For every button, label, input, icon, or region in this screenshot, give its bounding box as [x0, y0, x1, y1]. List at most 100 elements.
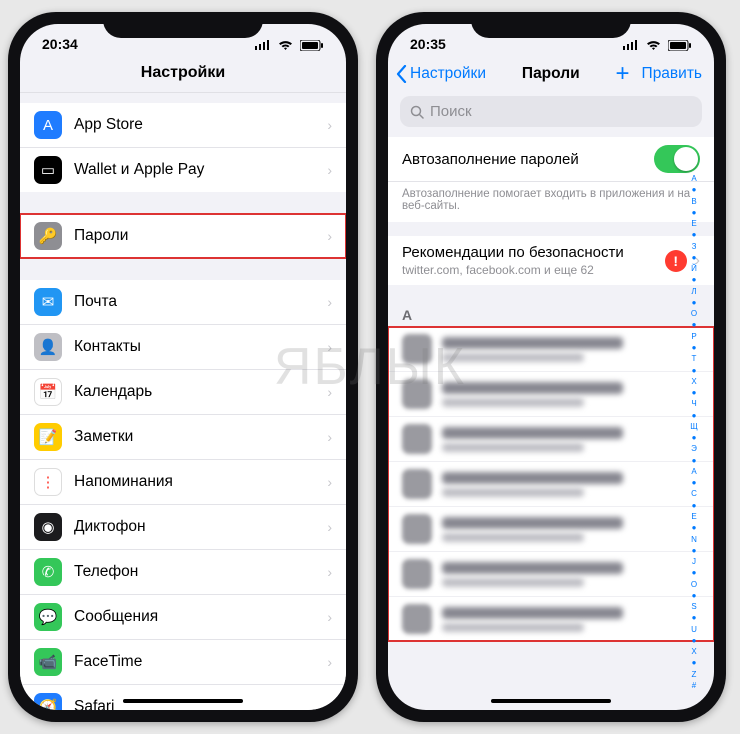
index-char[interactable]: U — [688, 625, 700, 634]
settings-row-reminders[interactable]: ⋮Напоминания› — [20, 459, 346, 504]
index-char[interactable]: ● — [688, 230, 700, 239]
index-char[interactable]: ● — [688, 613, 700, 622]
index-char[interactable]: N — [688, 535, 700, 544]
settings-row-notes[interactable]: 📝Заметки› — [20, 414, 346, 459]
index-char[interactable]: C — [688, 489, 700, 498]
chevron-right-icon: › — [327, 699, 332, 710]
chevron-right-icon: › — [327, 654, 332, 670]
index-char[interactable]: ● — [688, 433, 700, 442]
index-char[interactable]: ● — [688, 591, 700, 600]
index-char[interactable]: J — [688, 557, 700, 566]
key-icon: 🔑 — [34, 222, 62, 250]
site-name — [442, 337, 623, 349]
settings-row-wallet[interactable]: ▭Wallet и Apple Pay› — [20, 147, 346, 192]
index-char[interactable]: ● — [688, 411, 700, 420]
chevron-right-icon: › — [327, 609, 332, 625]
password-row[interactable] — [388, 551, 714, 596]
site-icon — [402, 334, 432, 364]
settings-row-calendar[interactable]: 📅Календарь› — [20, 369, 346, 414]
index-char[interactable]: Э — [688, 444, 700, 453]
index-char[interactable]: Л — [688, 287, 700, 296]
index-char[interactable]: Е — [688, 219, 700, 228]
index-char[interactable]: ● — [688, 185, 700, 194]
index-char[interactable]: А — [688, 174, 700, 183]
index-char[interactable]: ● — [688, 456, 700, 465]
index-char[interactable]: О — [688, 309, 700, 318]
security-label: Рекомендации по безопасности — [402, 244, 657, 261]
site-name — [442, 562, 623, 574]
index-char[interactable]: ● — [688, 388, 700, 397]
password-row[interactable] — [388, 416, 714, 461]
add-button[interactable]: + — [616, 62, 630, 86]
index-char[interactable]: З — [688, 242, 700, 251]
index-char[interactable]: Z — [688, 670, 700, 679]
settings-row-contacts[interactable]: 👤Контакты› — [20, 324, 346, 369]
home-indicator[interactable] — [491, 699, 611, 703]
home-indicator[interactable] — [123, 699, 243, 703]
index-char[interactable]: ● — [688, 523, 700, 532]
settings-row-mail[interactable]: ✉Почта› — [20, 280, 346, 324]
password-row[interactable] — [388, 596, 714, 641]
index-char[interactable]: Ч — [688, 399, 700, 408]
settings-row-phone[interactable]: ✆Телефон› — [20, 549, 346, 594]
search-placeholder: Поиск — [430, 103, 472, 120]
edit-button[interactable]: Править — [642, 65, 702, 83]
section-header-a: A — [388, 299, 714, 327]
alphabet-index[interactable]: А ● В ● Е ● З ● Й ● Л ● О ● Р ● Т ● Х ● Ч ● Щ ● Э ● A ● C ● E ● N ● J ● O ● S ●… — [688, 174, 700, 690]
status-indicators — [252, 36, 324, 52]
index-char[interactable]: # — [688, 681, 700, 690]
index-char[interactable]: E — [688, 512, 700, 521]
autofill-label: Автозаполнение паролей — [402, 151, 654, 168]
index-char[interactable]: Щ — [688, 422, 700, 431]
index-char[interactable]: ● — [688, 366, 700, 375]
settings-row-facetime[interactable]: 📹FaceTime› — [20, 639, 346, 684]
index-char[interactable]: ● — [688, 208, 700, 217]
index-char[interactable]: Т — [688, 354, 700, 363]
index-char[interactable]: ● — [688, 636, 700, 645]
page-title: Настройки — [20, 58, 346, 93]
index-char[interactable]: ● — [688, 658, 700, 667]
settings-row-messages[interactable]: 💬Сообщения› — [20, 594, 346, 639]
index-char[interactable]: A — [688, 467, 700, 476]
password-row[interactable] — [388, 506, 714, 551]
security-recommendations-row[interactable]: Рекомендации по безопасности twitter.com… — [388, 236, 714, 285]
status-time: 20:35 — [410, 36, 446, 52]
settings-row-appstore[interactable]: AApp Store› — [20, 103, 346, 147]
index-char[interactable]: ● — [688, 501, 700, 510]
iphone-left: 20:34 Настройки AApp Store›▭Wallet и App… — [8, 12, 358, 722]
index-char[interactable]: S — [688, 602, 700, 611]
index-char[interactable]: ● — [688, 320, 700, 329]
cellular-icon — [623, 40, 639, 50]
index-char[interactable]: O — [688, 580, 700, 589]
autofill-toggle[interactable] — [654, 145, 700, 173]
index-char[interactable]: ● — [688, 253, 700, 262]
site-account — [442, 623, 584, 632]
autofill-toggle-row[interactable]: Автозаполнение паролей — [388, 137, 714, 181]
settings-row-voice-memos[interactable]: ◉Диктофон› — [20, 504, 346, 549]
index-char[interactable]: ● — [688, 568, 700, 577]
index-char[interactable]: ● — [688, 275, 700, 284]
chevron-right-icon: › — [327, 228, 332, 244]
index-char[interactable]: ● — [688, 478, 700, 487]
password-row[interactable] — [388, 461, 714, 506]
index-char[interactable]: X — [688, 647, 700, 656]
row-label: Диктофон — [74, 518, 327, 536]
settings-row-key[interactable]: 🔑Пароли› — [20, 214, 346, 258]
index-char[interactable]: ● — [688, 343, 700, 352]
index-char[interactable]: Х — [688, 377, 700, 386]
password-row[interactable] — [388, 327, 714, 371]
page-title: Пароли — [486, 65, 616, 83]
index-char[interactable]: В — [688, 197, 700, 206]
back-button[interactable]: Настройки — [396, 65, 486, 83]
settings-row-safari[interactable]: 🧭Safari› — [20, 684, 346, 710]
index-char[interactable]: ● — [688, 298, 700, 307]
index-char[interactable]: ● — [688, 546, 700, 555]
row-label: FaceTime — [74, 653, 327, 671]
wifi-icon — [646, 40, 661, 51]
index-char[interactable]: Р — [688, 332, 700, 341]
password-row[interactable] — [388, 371, 714, 416]
chevron-right-icon: › — [327, 564, 332, 580]
search-input[interactable]: Поиск — [400, 96, 702, 127]
settings-list: AApp Store›▭Wallet и Apple Pay› 🔑Пароли› ✉… — [20, 103, 346, 710]
index-char[interactable]: Й — [688, 264, 700, 273]
